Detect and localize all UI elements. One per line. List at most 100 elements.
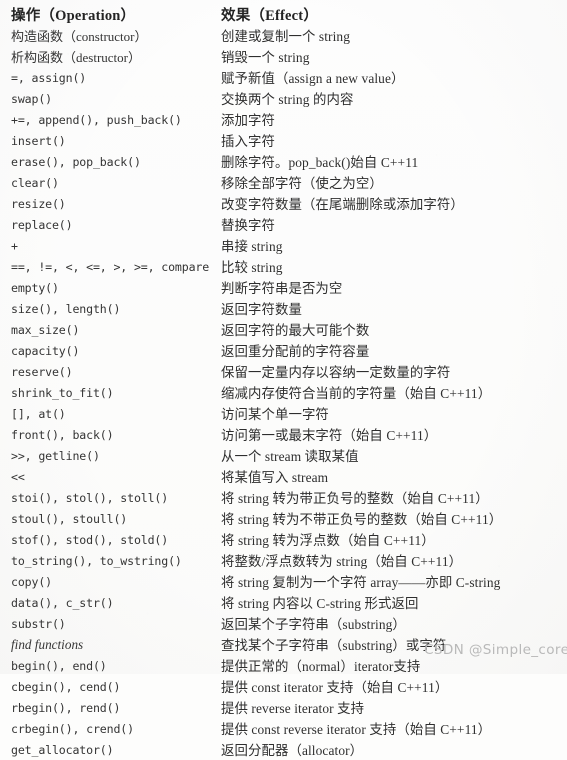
table-row: stof(), stod(), stold() 将 string 转为浮点数（始自… bbox=[2, 529, 560, 550]
effect-text: 提供 const reverse iterator 支持（始自 C++11） bbox=[221, 722, 492, 737]
column-header-operation-label: 操作（Operation） bbox=[11, 7, 136, 24]
effect-text: 改变字符数量（在尾端删除或添加字符） bbox=[221, 197, 464, 212]
table-row: 构造函数（constructor） 创建或复制一个 string bbox=[2, 25, 560, 46]
table-row: capacity() 返回重分配前的字符容量 bbox=[2, 340, 560, 361]
effect-cell: 返回字符数量 bbox=[211, 298, 560, 319]
operation-cell: [], at() bbox=[2, 403, 211, 424]
effect-cell: 保留一定量内存以容纳一定数量的字符 bbox=[211, 361, 560, 382]
effect-cell: 删除字符。pop_back()始自 C++11 bbox=[211, 151, 560, 172]
operation-cell: replace() bbox=[2, 214, 211, 235]
table-row: stoi(), stol(), stoll() 将 string 转为带正负号的整… bbox=[2, 487, 560, 508]
operation-text: + bbox=[11, 238, 18, 253]
effect-text: 销毁一个 string bbox=[221, 50, 310, 65]
operation-cell: empty() bbox=[2, 277, 211, 298]
csdn-watermark: CSDN @Simple_core bbox=[424, 642, 567, 658]
effect-cell: 将 string 复制为一个字符 array——亦即 C-string bbox=[211, 571, 560, 592]
effect-text: 访问第一或最末字符（始自 C++11） bbox=[221, 428, 438, 443]
operation-text: to_string(), to_wstring() bbox=[11, 553, 182, 568]
operation-cell: clear() bbox=[2, 172, 211, 193]
operation-text: crbegin(), crend() bbox=[11, 721, 134, 736]
effect-cell: 替换字符 bbox=[211, 214, 560, 235]
effect-text: 保留一定量内存以容纳一定数量的字符 bbox=[221, 365, 451, 380]
operation-cell: max_size() bbox=[2, 319, 211, 340]
table-row: clear() 移除全部字符（使之为空） bbox=[2, 172, 560, 193]
operation-cell: >>, getline() bbox=[2, 445, 211, 466]
effect-cell: 提供 reverse iterator 支持 bbox=[211, 697, 560, 718]
effect-text: 交换两个 string 的内容 bbox=[221, 92, 354, 107]
effect-text: 返回某个子字符串（substring） bbox=[221, 617, 406, 632]
operation-text: substr() bbox=[11, 616, 66, 631]
table-row: 析构函数（destructor） 销毁一个 string bbox=[2, 46, 560, 67]
operation-cell: data(), c_str() bbox=[2, 592, 211, 613]
effect-cell: 提供 const iterator 支持（始自 C++11） bbox=[211, 676, 560, 697]
table-row: crbegin(), crend() 提供 const reverse itera… bbox=[2, 718, 560, 739]
effect-text: 添加字符 bbox=[221, 113, 275, 128]
table-row: stoul(), stoull() 将 string 转为不带正负号的整数（始自 … bbox=[2, 508, 560, 529]
effect-text: 从一个 stream 读取某值 bbox=[221, 449, 359, 464]
effect-text: 判断字符串是否为空 bbox=[221, 281, 343, 296]
operation-text: << bbox=[11, 469, 25, 484]
operation-text: [], at() bbox=[11, 406, 66, 421]
operation-text: =, assign() bbox=[11, 70, 87, 85]
operation-cell: find functions bbox=[2, 634, 211, 655]
effect-text: 插入字符 bbox=[221, 134, 275, 149]
effect-text: 比较 string bbox=[221, 260, 283, 275]
effect-cell: 将某值写入 stream bbox=[211, 466, 560, 487]
operation-text: find functions bbox=[11, 636, 84, 652]
operation-cell: get_allocator() bbox=[2, 739, 211, 760]
operation-text: empty() bbox=[11, 280, 59, 295]
table-row: resize() 改变字符数量（在尾端删除或添加字符） bbox=[2, 193, 560, 214]
operation-text: size(), length() bbox=[11, 301, 121, 316]
operation-text: stoi(), stol(), stoll() bbox=[11, 490, 169, 505]
effect-cell: 串接 string bbox=[211, 235, 560, 256]
operation-cell: size(), length() bbox=[2, 298, 211, 319]
table-row: begin(), end() 提供正常的（normal）iterator支持 bbox=[2, 655, 560, 676]
table-row: reserve() 保留一定量内存以容纳一定数量的字符 bbox=[2, 361, 560, 382]
operation-cell: + bbox=[2, 235, 211, 256]
effect-text: 查找某个子字符串（substring）或字符 bbox=[221, 638, 447, 653]
operation-text: cbegin(), cend() bbox=[11, 679, 121, 694]
table-row: data(), c_str() 将 string 内容以 C-string 形式返… bbox=[2, 592, 560, 613]
effect-cell: 将 string 转为带正负号的整数（始自 C++11） bbox=[211, 487, 560, 508]
effect-text: 提供正常的（normal）iterator支持 bbox=[221, 659, 421, 674]
table-row: copy() 将 string 复制为一个字符 array——亦即 C-strin… bbox=[2, 571, 560, 592]
operation-cell: erase(), pop_back() bbox=[2, 151, 211, 172]
table-row: ==, !=, <, <=, >, >=, compare() 比较 string bbox=[2, 256, 560, 277]
operation-text: 构造函数（constructor） bbox=[11, 28, 148, 44]
operation-cell: +=, append(), push_back() bbox=[2, 109, 211, 130]
effect-text: 提供 reverse iterator 支持 bbox=[221, 701, 365, 716]
effect-cell: 插入字符 bbox=[211, 130, 560, 151]
operation-text: +=, append(), push_back() bbox=[11, 112, 182, 127]
column-header-effect-label: 效果（Effect） bbox=[221, 7, 319, 24]
effect-text: 访问某个单一字符 bbox=[221, 407, 329, 422]
operation-cell: << bbox=[2, 466, 211, 487]
operation-text: swap() bbox=[11, 91, 52, 106]
operation-text: stof(), stod(), stold() bbox=[11, 532, 169, 547]
effect-text: 替换字符 bbox=[221, 218, 275, 233]
table-row: << 将某值写入 stream bbox=[2, 466, 560, 487]
operation-text: ==, !=, <, <=, >, >=, compare() bbox=[11, 259, 211, 274]
operation-cell: rbegin(), rend() bbox=[2, 697, 211, 718]
effect-text: 将 string 内容以 C-string 形式返回 bbox=[221, 596, 419, 611]
table-row: >>, getline() 从一个 stream 读取某值 bbox=[2, 445, 560, 466]
effect-text: 返回重分配前的字符容量 bbox=[221, 344, 370, 359]
table-row: swap() 交换两个 string 的内容 bbox=[2, 88, 560, 109]
operation-cell: insert() bbox=[2, 130, 211, 151]
table-row: to_string(), to_wstring() 将整数/浮点数转为 strin… bbox=[2, 550, 560, 571]
operation-text: replace() bbox=[11, 217, 73, 232]
table-row: erase(), pop_back() 删除字符。pop_back()始自 C++… bbox=[2, 151, 560, 172]
table-header: 操作（Operation） 效果（Effect） bbox=[2, 3, 560, 25]
operation-cell: substr() bbox=[2, 613, 211, 634]
operation-text: front(), back() bbox=[11, 427, 114, 442]
operation-text: rbegin(), rend() bbox=[11, 700, 121, 715]
operation-cell: reserve() bbox=[2, 361, 211, 382]
table-row: insert() 插入字符 bbox=[2, 130, 560, 151]
table-row: cbegin(), cend() 提供 const iterator 支持（始自 … bbox=[2, 676, 560, 697]
operation-cell: capacity() bbox=[2, 340, 211, 361]
table-row: +=, append(), push_back() 添加字符 bbox=[2, 109, 560, 130]
operation-text: begin(), end() bbox=[11, 658, 107, 673]
effect-cell: 判断字符串是否为空 bbox=[211, 277, 560, 298]
table-row: front(), back() 访问第一或最末字符（始自 C++11） bbox=[2, 424, 560, 445]
effect-cell: 返回某个子字符串（substring） bbox=[211, 613, 560, 634]
effect-text: 将某值写入 stream bbox=[221, 470, 329, 485]
